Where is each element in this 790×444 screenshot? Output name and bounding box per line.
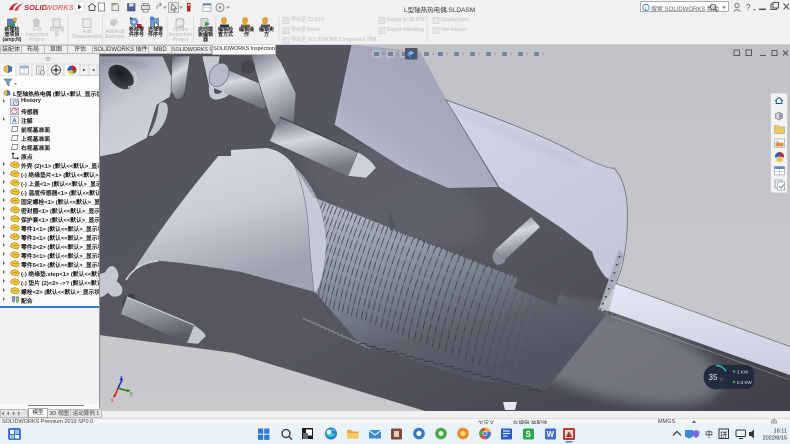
svg-text:?: ? — [746, 3, 751, 12]
svg-text:中: 中 — [705, 429, 713, 439]
svg-text:S: S — [526, 430, 532, 439]
svg-text:SOLID: SOLID — [24, 3, 48, 12]
svg-text:i: i — [645, 5, 646, 11]
svg-text:2022/8/15: 2022/8/15 — [763, 436, 787, 442]
svg-text:拼: 拼 — [720, 430, 727, 439]
svg-text:W: W — [547, 430, 555, 439]
svg-text:A: A — [12, 118, 17, 124]
svg-text:%: % — [720, 377, 724, 382]
svg-text:35: 35 — [709, 373, 718, 382]
svg-text:16:11: 16:11 — [774, 429, 787, 435]
svg-text:0.3 KW: 0.3 KW — [737, 380, 753, 385]
svg-text:WORKS: WORKS — [45, 3, 74, 12]
svg-text:1 KW: 1 KW — [737, 370, 749, 375]
